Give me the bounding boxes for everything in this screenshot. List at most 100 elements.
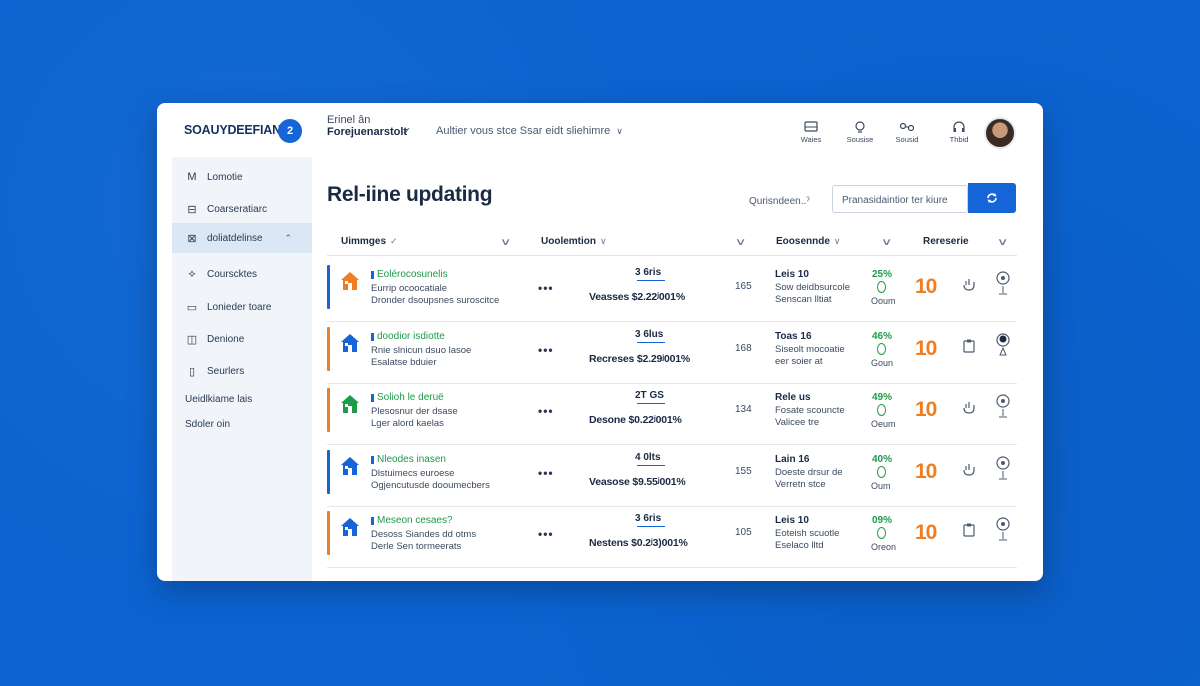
header-button-waies[interactable]: Waies <box>791 121 831 144</box>
header-search-text: Aultier vous stce Ssar eidt sliehimre <box>436 125 611 137</box>
row-title[interactable]: doodior isdiotte <box>377 331 445 342</box>
header-button-thbid[interactable]: Thbid <box>939 121 979 144</box>
more-options-icon[interactable]: ••• <box>538 466 554 480</box>
row-percent: 40% <box>872 453 893 465</box>
app-window: SOAUYDEEFIANE 2 Erinel ân Forejuenarstol… <box>157 103 1043 581</box>
column-header-uoolemtion[interactable]: Uoolemtion ∨ <box>541 236 607 247</box>
sidebar-item-denione[interactable]: ◫ Denione <box>172 326 312 352</box>
chevron-down-icon: ∨ <box>600 236 607 246</box>
sidebar-item-lomotie[interactable]: M Lomotie <box>172 164 312 190</box>
top-bar: SOAUYDEEFIANE 2 Erinel ân Forejuenarstol… <box>157 103 1043 157</box>
breadcrumb-current[interactable]: Forejuenarstolt <box>327 126 407 138</box>
row-accent-bar <box>327 265 330 309</box>
chevron-down-icon[interactable]: ∨ <box>735 237 747 248</box>
menu-icon: M <box>187 171 197 183</box>
chevron-down-icon[interactable]: ∨ <box>881 237 893 248</box>
chevron-down-icon[interactable]: ∨ <box>997 237 1009 248</box>
row-accent-bar <box>327 388 330 432</box>
gauge-icon[interactable] <box>995 393 1011 424</box>
avatar[interactable] <box>984 117 1016 149</box>
hand-icon[interactable] <box>961 399 977 420</box>
check-icon: ✓ <box>390 236 398 246</box>
row-title[interactable]: Meseon cesaes? <box>377 515 453 526</box>
more-options-icon[interactable]: ••• <box>538 527 554 541</box>
column-header-rereserie[interactable]: Rereserie <box>923 236 969 247</box>
bulb-icon <box>855 121 865 133</box>
table-row[interactable]: Nleodes inasen Dlstuimecs euroese Ogjencut… <box>327 446 1017 507</box>
header-icon-label: Sousid <box>895 135 919 144</box>
edit-icon[interactable]: ✓ <box>402 125 411 138</box>
search-button[interactable] <box>968 183 1016 213</box>
row-percent: 46% <box>872 330 893 342</box>
divider <box>637 341 665 343</box>
column-header-label: Uoolemtion <box>541 236 596 247</box>
pin-icon[interactable] <box>995 332 1011 363</box>
table-row[interactable]: doodior isdiotte Rnie slnicun dsuo lasoe E… <box>327 323 1017 384</box>
brand-name[interactable]: SOAUYDEEFIANE <box>184 123 289 137</box>
house-icon <box>339 516 361 543</box>
more-options-icon[interactable]: ••• <box>538 404 554 418</box>
gauge-icon[interactable] <box>995 516 1011 547</box>
row-engagement-line1: Siseolt mocoatie <box>775 343 845 355</box>
row-percent: 09% <box>872 515 893 526</box>
row-title[interactable]: Eolérocosunelis <box>377 269 448 280</box>
brand-badge[interactable]: 2 <box>278 119 302 143</box>
header-button-sousise[interactable]: Sousise <box>840 121 880 144</box>
search-input[interactable]: Pranasidaintior ter kiure <box>832 185 968 213</box>
sidebar-item-courscktes[interactable]: ⟡ Courscktes <box>172 261 312 287</box>
sidebar-item-lonieder-toare[interactable]: ▭ Lonieder toare <box>172 294 312 320</box>
sidebar-item-coarseratiarc[interactable]: ⊟ Coarseratiarc <box>172 196 312 222</box>
row-description-line1: Rnie slnicun dsuo lasoe <box>371 344 472 356</box>
chevron-down-icon[interactable]: ∨ <box>500 237 512 248</box>
sidebar-link-primary[interactable]: Ueidlkiame lais <box>185 394 252 405</box>
sidebar-item-label: Seurlers <box>207 365 245 377</box>
file-icon: ▯ <box>188 365 196 378</box>
row-description-line1: Plesosnur der dsase <box>371 406 458 417</box>
more-options-icon[interactable]: ••• <box>538 343 554 357</box>
row-percent: 49% <box>872 392 893 403</box>
table-row[interactable]: Meseon cesaes? Desoss Siandes dd otms Derl… <box>327 507 1017 568</box>
sidebar-item-doliatdelinse[interactable]: ⊠ doliatdelinse ⌃ <box>172 223 312 253</box>
refresh-icon <box>987 193 997 203</box>
shapes-icon: ⟡ <box>188 267 196 280</box>
house-icon <box>339 393 361 420</box>
row-description-line2: Ogjencutusde dooumecbers <box>371 479 490 491</box>
header-button-sousid[interactable]: Sousid <box>887 121 927 144</box>
header-search-dropdown[interactable]: Aultier vous stce Ssar eidt sliehimre ∨ <box>436 125 623 137</box>
house-icon <box>339 270 361 297</box>
hand-icon[interactable] <box>961 461 977 482</box>
row-description-line2: Esalatse bduier <box>371 356 437 368</box>
more-options-icon[interactable]: ••• <box>538 281 554 295</box>
column-header-eoosennde[interactable]: Eoosennde ∨ <box>776 236 841 247</box>
gauge-icon[interactable] <box>995 270 1011 301</box>
row-score: 10 <box>915 459 937 483</box>
row-engagement-title: Toas 16 <box>775 330 812 342</box>
house-icon <box>339 332 361 359</box>
clipboard-icon[interactable] <box>961 522 977 543</box>
row-engagement-title: Rele us <box>775 392 811 403</box>
column-header-uimmges[interactable]: Uimmges ✓ <box>341 236 398 247</box>
sidebar-item-seurlers[interactable]: ▯ Seurlers <box>172 358 312 384</box>
row-accent-bar <box>327 326 330 371</box>
table-row[interactable]: Eolérocosunelis Eurrip ocoocatiale Dronder… <box>327 261 1017 322</box>
row-engagement-line1: Fosate scouncte <box>775 405 845 416</box>
row-title[interactable]: Solioh le deruë <box>377 392 444 403</box>
chevron-down-icon: ∨ <box>616 126 623 136</box>
column-header-label: Eoosennde <box>776 236 830 247</box>
gauge-icon[interactable] <box>995 455 1011 486</box>
sidebar-link-secondary[interactable]: Sdoler oin <box>185 419 230 430</box>
glasses-icon <box>899 122 915 132</box>
clipboard-icon[interactable] <box>961 338 977 359</box>
breadcrumb-parent[interactable]: Erinel ân <box>327 114 370 126</box>
status-ring-icon <box>877 281 886 293</box>
row-title[interactable]: Nleodes inasen <box>377 454 446 465</box>
document-icon: ◫ <box>186 333 198 346</box>
sidebar-item-label: doliatdelinse <box>207 232 263 244</box>
hand-icon[interactable] <box>961 276 977 297</box>
table-row[interactable]: Solioh le deruë Plesosnur der dsase Lger a… <box>327 384 1017 445</box>
row-top-value: 2T GS <box>635 390 664 401</box>
filter-dropdown[interactable]: Qurisndeen..ˀ <box>749 196 810 207</box>
row-engagement-line1: Sow deidbsurcole <box>775 282 850 293</box>
row-price: Recreses $2.29ʲ001% <box>589 352 690 365</box>
row-score: 10 <box>915 275 937 298</box>
